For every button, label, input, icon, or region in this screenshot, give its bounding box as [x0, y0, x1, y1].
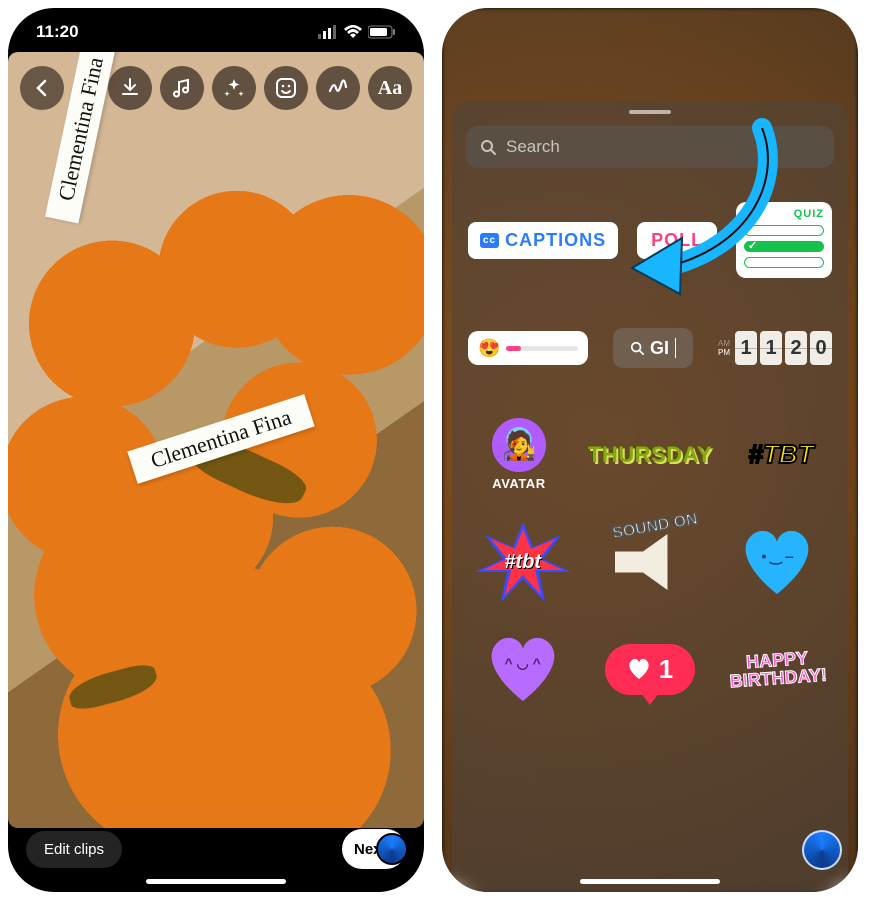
product-label-ribbon: Clementina Fina — [127, 394, 314, 484]
status-time: 11:20 — [36, 22, 79, 42]
sticker-captions[interactable]: cc CAPTIONS — [468, 222, 618, 259]
heart-filled-icon — [627, 658, 651, 680]
edit-clips-button[interactable]: Edit clips — [26, 831, 122, 868]
sticker-sound-on[interactable]: SOUND ON — [600, 517, 700, 607]
sticker-happy-birthday[interactable]: HAPPY BIRTHDAY! — [722, 647, 834, 691]
text-icon: Aa — [378, 77, 402, 100]
tbt-burst-label: #tbt — [504, 551, 541, 574]
back-button[interactable] — [20, 66, 64, 110]
cellular-icon — [318, 25, 338, 39]
flip-digit: 1 — [735, 331, 757, 365]
status-bar: 11:20 — [8, 8, 424, 56]
scribble-icon — [326, 76, 350, 100]
wink-face-icon: • ‿ ‒ — [737, 548, 817, 565]
search-icon — [630, 341, 644, 355]
scribble-button[interactable] — [316, 66, 360, 110]
cursor-icon — [675, 338, 676, 358]
next-button[interactable]: Next — [342, 829, 406, 869]
sticker-heart-wink[interactable]: • ‿ ‒ — [737, 526, 817, 598]
sticker-time[interactable]: AM PM 1 1 2 0 — [718, 331, 832, 365]
sheet-drag-handle[interactable] — [629, 110, 671, 114]
sticker-button[interactable] — [264, 66, 308, 110]
download-icon — [118, 76, 142, 100]
text-button[interactable]: Aa — [368, 66, 412, 110]
chevron-left-icon — [32, 78, 52, 98]
avatar-icon: 🧑‍🎤 — [492, 418, 546, 472]
home-indicator[interactable] — [146, 879, 286, 884]
search-placeholder: Search — [506, 137, 560, 157]
sparkles-icon — [222, 76, 246, 100]
sticker-grid: cc CAPTIONS POLL QUIZ — [452, 202, 848, 892]
phone-editor: 11:20 Clementina Fina Clementina Fina — [8, 8, 424, 892]
status-indicators — [318, 25, 396, 39]
sticker-heart-happy[interactable]: ^ ◡ ^ — [483, 633, 563, 705]
share-profile-avatar[interactable] — [802, 830, 842, 870]
sticker-quiz[interactable]: QUIZ — [736, 202, 832, 278]
captions-label: CAPTIONS — [505, 230, 606, 251]
music-icon — [170, 76, 194, 100]
sticker-tbt-burst[interactable]: #tbt — [473, 517, 573, 607]
music-button[interactable] — [160, 66, 204, 110]
download-button[interactable] — [108, 66, 152, 110]
editor-toolbar: Aa — [8, 66, 424, 110]
sticker-like-count[interactable]: 1 — [605, 644, 695, 695]
quiz-option-selected-icon — [744, 241, 824, 252]
home-indicator[interactable] — [580, 879, 720, 884]
phone-sticker-sheet: Search cc CAPTIONS POLL QU — [442, 8, 858, 892]
battery-icon — [368, 25, 396, 39]
heart-eyes-emoji-icon: 😍 — [478, 338, 500, 359]
poll-label: POLL — [651, 230, 703, 251]
flip-digit: 2 — [785, 331, 807, 365]
sound-on-label: SOUND ON — [611, 512, 699, 543]
search-icon — [480, 139, 496, 155]
sticker-avatar[interactable]: 🧑‍🎤 AVATAR — [492, 418, 546, 491]
sticker-search-input[interactable]: Search — [466, 126, 834, 168]
flip-digit: 1 — [760, 331, 782, 365]
quiz-label: QUIZ — [794, 208, 824, 220]
profile-avatar-icon — [376, 833, 408, 865]
sticker-gif-search[interactable]: GI — [613, 328, 693, 368]
wifi-icon — [344, 25, 362, 39]
happy-face-icon: ^ ◡ ^ — [483, 655, 563, 672]
gif-label: GI — [650, 338, 669, 359]
flip-digit: 0 — [810, 331, 832, 365]
sticker-thursday[interactable]: THURSDAY — [588, 442, 712, 468]
cc-icon: cc — [480, 233, 499, 248]
sticker-sheet-panel[interactable]: Search cc CAPTIONS POLL QU — [452, 102, 848, 892]
slider-track-icon — [506, 346, 578, 351]
like-count-label: 1 — [659, 654, 673, 685]
quiz-option-icon — [744, 225, 824, 236]
sticker-emoji-slider[interactable]: 😍 — [468, 331, 588, 365]
effects-button[interactable] — [212, 66, 256, 110]
quiz-option-icon — [744, 257, 824, 268]
sticker-poll[interactable]: POLL — [637, 222, 717, 259]
sticker-icon — [274, 76, 298, 100]
story-preview-image: Clementina Fina Clementina Fina — [8, 52, 424, 828]
sticker-tbt-text[interactable]: #TBT — [749, 439, 814, 470]
am-pm-label: AM PM — [718, 339, 730, 357]
avatar-label: AVATAR — [492, 476, 545, 491]
